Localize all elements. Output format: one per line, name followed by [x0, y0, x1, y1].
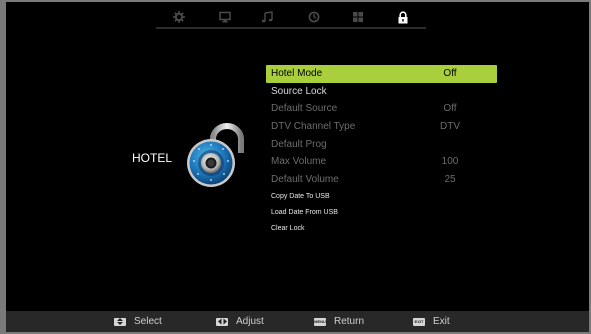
tab-bar-divider [156, 27, 426, 29]
menu-item-default-prog: Default Prog [266, 135, 497, 153]
menu-item-label: Default Prog [271, 138, 327, 150]
menu-item-value: 100 [441, 156, 459, 168]
hint-return-label: Return [334, 316, 365, 327]
exit-key-icon: EXIT [413, 317, 425, 326]
menu-item-hotel-mode[interactable]: Hotel Mode Off [266, 65, 497, 83]
tv-screen: HOTEL Hotel Mode Off Source Lock Default… [6, 2, 589, 332]
menu-key-icon: MENU [314, 317, 326, 326]
menu-item-load-date-from-usb[interactable]: Load Date From USB [266, 204, 497, 220]
menu-item-source-lock[interactable]: Source Lock [266, 83, 497, 101]
hint-exit-label: Exit [433, 316, 450, 327]
menu-item-label: Hotel Mode [271, 68, 323, 80]
menu-item-clear-lock[interactable]: Clear Lock [266, 220, 497, 236]
menu-item-label: Load Date From USB [271, 208, 338, 216]
menu-item-copy-date-to-usb[interactable]: Copy Date To USB [266, 188, 497, 204]
hint-select-label: Select [134, 316, 162, 327]
hint-select: Select [114, 316, 162, 327]
left-right-key-icon [216, 317, 228, 326]
menu-item-default-source: Default Source Off [266, 100, 497, 118]
menu-item-label: Source Lock [271, 85, 327, 97]
menu-item-label: DTV Channel Type [271, 121, 356, 133]
hint-adjust: Adjust [216, 316, 264, 327]
tab-screen-monitor-icon[interactable] [218, 10, 232, 24]
menu-item-label: Max Volume [271, 156, 327, 168]
menu-tab-bar [6, 2, 589, 32]
menu-item-max-volume: Max Volume 100 [266, 153, 497, 171]
menu-item-value: 25 [444, 173, 456, 185]
menu-item-label: Clear Lock [271, 224, 305, 232]
menu-item-value: DTV [440, 121, 460, 133]
menu-item-default-volume: Default Volume 25 [266, 171, 497, 189]
menu-item-label: Default Volume [271, 173, 339, 185]
menu-item-value: Off [443, 68, 457, 80]
padlock-illustration-icon [187, 123, 244, 187]
key-hint-bar: Select Adjust MENU Return EXIT Exit [6, 311, 589, 332]
tab-lock-icon[interactable] [396, 10, 410, 24]
hint-return: MENU Return [314, 316, 364, 327]
hint-adjust-label: Adjust [236, 316, 264, 327]
hint-exit: EXIT Exit [413, 316, 450, 327]
menu-item-dtv-channel-type: DTV Channel Type DTV [266, 118, 497, 136]
hotel-settings-menu: Hotel Mode Off Source Lock Default Sourc… [266, 65, 497, 236]
tab-time-clock-icon[interactable] [307, 10, 321, 24]
up-down-key-icon [114, 317, 126, 326]
menu-item-label: Default Source [271, 103, 338, 115]
tab-picture-gear-icon[interactable] [172, 10, 186, 24]
page-title: HOTEL [132, 151, 173, 165]
menu-item-label: Copy Date To USB [271, 192, 330, 200]
menu-item-value: Off [443, 103, 457, 115]
tab-sound-music-note-icon[interactable] [260, 10, 274, 24]
tab-option-grid-icon[interactable] [351, 10, 365, 24]
